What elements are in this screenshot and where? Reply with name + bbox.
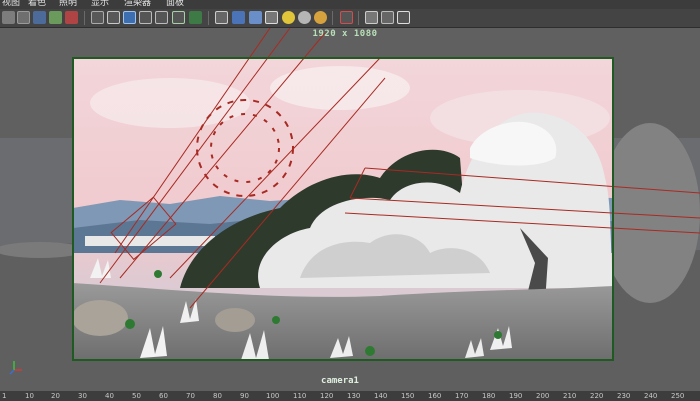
toolbar-separator bbox=[84, 11, 85, 25]
isolate-select-icon[interactable] bbox=[340, 11, 353, 24]
film-gate-icon[interactable] bbox=[107, 11, 120, 24]
time-tick: 140 bbox=[374, 392, 388, 400]
time-tick: 90 bbox=[240, 392, 249, 400]
resolution-gate-icon[interactable] bbox=[123, 11, 136, 24]
grid-icon[interactable] bbox=[91, 11, 104, 24]
time-tick: 20 bbox=[51, 392, 60, 400]
time-tick: 10 bbox=[25, 392, 34, 400]
time-tick: 40 bbox=[105, 392, 114, 400]
time-tick: 220 bbox=[590, 392, 604, 400]
xray-icon[interactable] bbox=[365, 11, 378, 24]
time-tick: 240 bbox=[644, 392, 658, 400]
toolbar-separator bbox=[208, 11, 209, 25]
viewport-3d[interactable]: 1920 x 1080 camera1 bbox=[0, 28, 700, 391]
render-region bbox=[73, 58, 613, 360]
gate-mask-icon[interactable] bbox=[139, 11, 152, 24]
time-tick: 230 bbox=[617, 392, 631, 400]
time-tick: 70 bbox=[186, 392, 195, 400]
toolbar-separator bbox=[358, 11, 359, 25]
use-default-material-icon[interactable] bbox=[249, 11, 262, 24]
time-tick: 50 bbox=[132, 392, 141, 400]
bookmark-icon[interactable] bbox=[17, 11, 30, 24]
menu-renderer[interactable]: 渲染器 bbox=[124, 0, 151, 9]
time-tick: 130 bbox=[347, 392, 361, 400]
time-tick: 110 bbox=[293, 392, 307, 400]
toolbar-separator bbox=[332, 11, 333, 25]
2d-pan-zoom-icon[interactable] bbox=[49, 11, 62, 24]
shaded-wireframe-icon[interactable] bbox=[265, 11, 278, 24]
panel-toolbar bbox=[0, 9, 700, 28]
safe-title-icon[interactable] bbox=[189, 11, 202, 24]
camera-name-label: camera1 bbox=[321, 376, 359, 386]
time-tick: 30 bbox=[78, 392, 87, 400]
resolution-gate-label: 1920 x 1080 bbox=[312, 29, 378, 39]
shadows-icon[interactable] bbox=[314, 11, 327, 24]
time-tick: 160 bbox=[428, 392, 442, 400]
time-tick: 1 bbox=[2, 392, 7, 400]
textured-icon[interactable] bbox=[282, 11, 295, 24]
time-tick: 150 bbox=[401, 392, 415, 400]
time-tick: 190 bbox=[509, 392, 523, 400]
time-tick: 120 bbox=[320, 392, 334, 400]
xray-active-components-icon[interactable] bbox=[381, 11, 394, 24]
time-tick: 180 bbox=[482, 392, 496, 400]
menu-shading[interactable]: 着色 bbox=[28, 0, 46, 9]
time-tick: 170 bbox=[455, 392, 469, 400]
menu-view[interactable]: 视图 bbox=[2, 0, 20, 9]
time-tick: 80 bbox=[213, 392, 222, 400]
time-tick: 200 bbox=[536, 392, 550, 400]
use-all-lights-icon[interactable] bbox=[298, 11, 311, 24]
rock bbox=[215, 308, 255, 332]
field-chart-icon[interactable] bbox=[155, 11, 168, 24]
menu-lighting[interactable]: 照明 bbox=[59, 0, 77, 9]
grease-pencil-icon[interactable] bbox=[65, 11, 78, 24]
time-tick: 100 bbox=[266, 392, 280, 400]
fence bbox=[85, 236, 215, 246]
xray-joints-icon[interactable] bbox=[397, 11, 410, 24]
safe-action-icon[interactable] bbox=[172, 11, 185, 24]
camera-attributes-icon[interactable] bbox=[2, 11, 15, 24]
time-tick: 250 bbox=[671, 392, 685, 400]
viewport-scene bbox=[0, 28, 700, 391]
time-slider[interactable]: 1 10 20 30 40 50 60 70 80 90 100 110 120… bbox=[0, 391, 700, 401]
smooth-shade-icon[interactable] bbox=[232, 11, 245, 24]
panel-menu-bar: 视图 着色 照明 显示 渲染器 面板 bbox=[0, 0, 700, 9]
image-plane-icon[interactable] bbox=[33, 11, 46, 24]
rock bbox=[73, 300, 128, 336]
wireframe-icon[interactable] bbox=[215, 11, 228, 24]
menu-panels[interactable]: 面板 bbox=[166, 0, 184, 9]
time-tick: 210 bbox=[563, 392, 577, 400]
time-tick: 60 bbox=[159, 392, 168, 400]
menu-show[interactable]: 显示 bbox=[91, 0, 109, 9]
